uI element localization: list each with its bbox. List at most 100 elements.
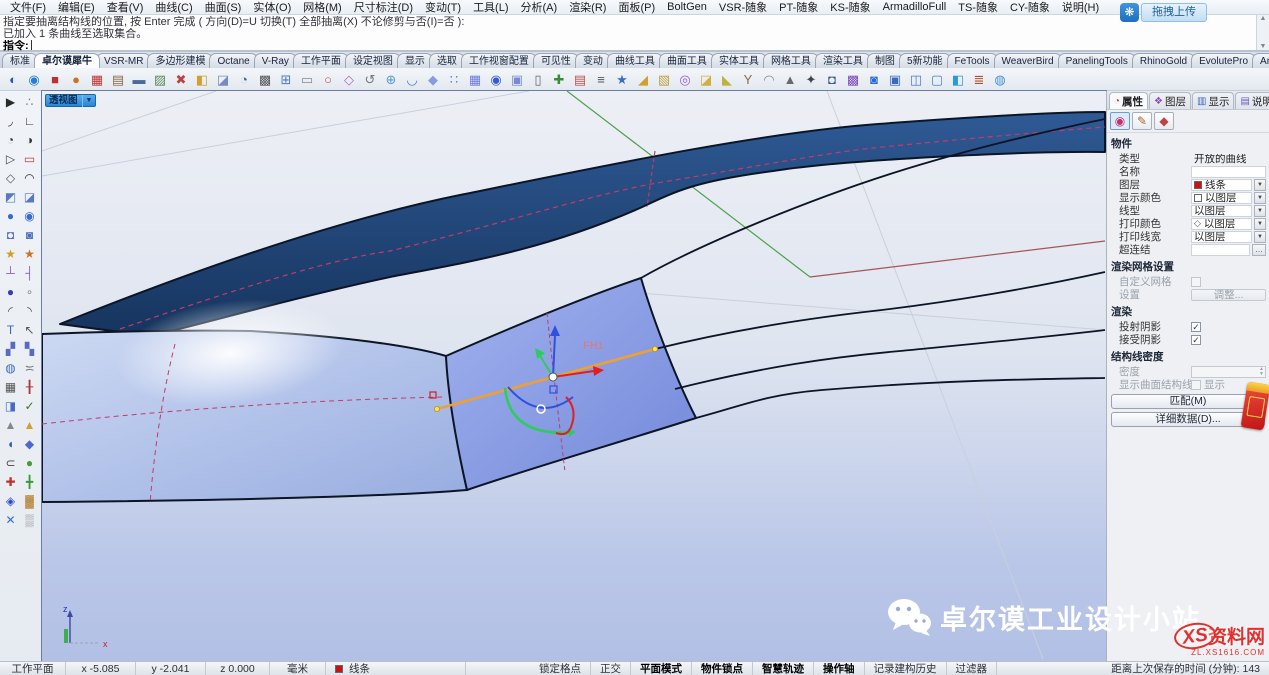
menu-item[interactable]: 曲线(C) bbox=[149, 0, 198, 15]
tool-icon[interactable]: ┤ bbox=[20, 264, 39, 283]
menu-item[interactable]: 网格(M) bbox=[297, 0, 348, 15]
texture-icon[interactable]: ◆ bbox=[1154, 112, 1174, 130]
toolbar-icon[interactable]: ◘ bbox=[822, 70, 842, 89]
tool-icon[interactable]: ╋ bbox=[20, 473, 39, 492]
tool-icon[interactable]: ◩ bbox=[1, 188, 20, 207]
upload-overlay[interactable]: ❋ 拖拽上传 bbox=[1120, 3, 1207, 22]
menu-item[interactable]: 说明(H) bbox=[1056, 0, 1105, 15]
toolbar-icon[interactable]: ◐ bbox=[3, 70, 23, 89]
object-properties-icon[interactable]: ◉ bbox=[1110, 112, 1130, 130]
toolbar-tab[interactable]: 卓尔谟犀牛 bbox=[34, 53, 100, 68]
tool-icon[interactable]: ▶ bbox=[1, 93, 20, 112]
toolbar-icon[interactable]: ▣ bbox=[507, 70, 527, 89]
layer-dropdown-button[interactable]: ▼ bbox=[1254, 179, 1266, 191]
tool-icon[interactable]: ◈ bbox=[1, 492, 20, 511]
toolbar-icon[interactable]: ✖ bbox=[171, 70, 191, 89]
tool-icon[interactable]: ◠ bbox=[20, 169, 39, 188]
adjust-mesh-button[interactable]: 调整... bbox=[1191, 289, 1266, 301]
display-color-combo[interactable]: 以图层 bbox=[1191, 192, 1252, 204]
upload-label[interactable]: 拖拽上传 bbox=[1141, 3, 1207, 22]
toolbar-icon[interactable]: ○ bbox=[318, 70, 338, 89]
toolbar-icon[interactable]: ≣ bbox=[969, 70, 989, 89]
show-isocurves-checkbox[interactable] bbox=[1191, 380, 1201, 390]
units-indicator[interactable]: 毫米 bbox=[270, 662, 326, 675]
current-layer-pane[interactable]: 线条 bbox=[326, 662, 466, 675]
toolbar-icon[interactable]: ▬ bbox=[129, 70, 149, 89]
tool-icon[interactable]: ● bbox=[1, 207, 20, 226]
print-width-dropdown-button[interactable]: ▼ bbox=[1254, 231, 1266, 243]
toolbar-icon[interactable]: ≡ bbox=[591, 70, 611, 89]
viewport-title-tab[interactable]: 透视图 ▼ bbox=[45, 94, 96, 107]
toolbar-icon[interactable]: ∷ bbox=[444, 70, 464, 89]
toolbar-icon[interactable]: ◧ bbox=[192, 70, 212, 89]
toolbar-icon[interactable]: ◪ bbox=[213, 70, 233, 89]
isocurve-endpoint[interactable] bbox=[434, 406, 439, 411]
toolbar-tab[interactable]: 选取 bbox=[429, 53, 465, 68]
receive-shadows-checkbox[interactable]: ✓ bbox=[1191, 335, 1201, 345]
toolbar-tab[interactable]: 曲面工具 bbox=[659, 53, 715, 68]
status-toggle[interactable]: 物件锁点 bbox=[692, 662, 753, 675]
tool-icon[interactable]: ◔ bbox=[1, 131, 20, 150]
toolbar-icon[interactable]: ★ bbox=[612, 70, 632, 89]
toolbar-icon[interactable]: ▦ bbox=[465, 70, 485, 89]
cast-shadows-checkbox[interactable]: ✓ bbox=[1191, 322, 1201, 332]
tool-icon[interactable]: ✚ bbox=[1, 473, 20, 492]
tool-icon[interactable]: ◝ bbox=[20, 302, 39, 321]
tool-icon[interactable]: ▷ bbox=[1, 150, 20, 169]
toolbar-icon[interactable]: ▩ bbox=[255, 70, 275, 89]
toolbar-icon[interactable]: ◉ bbox=[486, 70, 506, 89]
cplane-button[interactable]: 工作平面 bbox=[0, 662, 66, 675]
status-toggle[interactable]: 锁定格点 bbox=[530, 662, 591, 675]
viewport-canvas[interactable]: FH1 z x bbox=[42, 91, 1106, 661]
toolbar-icon[interactable]: ◡ bbox=[402, 70, 422, 89]
toolbar-icon[interactable]: ◠ bbox=[759, 70, 779, 89]
tool-icon[interactable]: ┴ bbox=[1, 264, 20, 283]
tool-icon[interactable]: ∟ bbox=[20, 112, 39, 131]
toolbar-tab[interactable]: 曲线工具 bbox=[607, 53, 663, 68]
toolbar-tab[interactable]: 制图 bbox=[867, 53, 903, 68]
tool-icon[interactable]: ◘ bbox=[1, 226, 20, 245]
toolbar-icon[interactable]: ▢ bbox=[927, 70, 947, 89]
menu-item[interactable]: 曲面(S) bbox=[199, 0, 248, 15]
gizmo-origin-handle[interactable] bbox=[549, 373, 557, 381]
tool-icon[interactable]: ● bbox=[20, 454, 39, 473]
toolbar-tab[interactable]: Arion bbox=[1252, 53, 1269, 68]
tool-icon[interactable]: ◉ bbox=[20, 207, 39, 226]
panel-tab[interactable]: ▤ 说明 bbox=[1235, 92, 1269, 109]
menu-item[interactable]: BoltGen bbox=[661, 1, 713, 13]
command-scrollbar[interactable]: ▲▼ bbox=[1256, 15, 1269, 50]
tool-icon[interactable]: ▲ bbox=[20, 416, 39, 435]
toolbar-icon[interactable]: ■ bbox=[45, 70, 65, 89]
tool-icon[interactable]: ◞ bbox=[1, 112, 20, 131]
toolbar-icon[interactable]: ▤ bbox=[108, 70, 128, 89]
tool-icon[interactable]: T bbox=[1, 321, 20, 340]
toolbar-icon[interactable]: ◧ bbox=[948, 70, 968, 89]
toolbar-tab[interactable]: 工作视窗配置 bbox=[461, 53, 537, 68]
hyperlink-browse-button[interactable]: … bbox=[1252, 244, 1266, 256]
tool-icon[interactable]: ▒ bbox=[20, 511, 39, 530]
hyperlink-input[interactable] bbox=[1191, 244, 1250, 256]
toolbar-tab[interactable]: 5新功能 bbox=[899, 53, 951, 68]
tool-icon[interactable]: ◨ bbox=[1, 397, 20, 416]
toolbar-tab[interactable]: 实体工具 bbox=[711, 53, 767, 68]
tool-icon[interactable]: ◙ bbox=[20, 226, 39, 245]
menu-item[interactable]: 尺寸标注(D) bbox=[348, 0, 419, 15]
tool-icon[interactable]: ★ bbox=[1, 245, 20, 264]
toolbar-icon[interactable]: ◍ bbox=[990, 70, 1010, 89]
menu-item[interactable]: PT-随象 bbox=[773, 0, 824, 15]
tool-icon[interactable]: ↖ bbox=[20, 321, 39, 340]
tool-icon[interactable]: ▦ bbox=[1, 378, 20, 397]
menu-item[interactable]: 渲染(R) bbox=[563, 0, 612, 15]
tool-icon[interactable]: ▲ bbox=[1, 416, 20, 435]
status-toggle[interactable]: 正交 bbox=[591, 662, 631, 675]
material-icon[interactable]: ✎ bbox=[1132, 112, 1152, 130]
tool-icon[interactable]: ∘ bbox=[20, 283, 39, 302]
toolbar-tab[interactable]: EvolutePro bbox=[1191, 53, 1256, 68]
linetype-combo[interactable]: 以图层 bbox=[1191, 205, 1252, 217]
match-button[interactable]: 匹配(M) bbox=[1111, 394, 1265, 409]
toolbar-tab[interactable]: Octane bbox=[209, 53, 257, 68]
toolbar-tab[interactable]: 变动 bbox=[575, 53, 611, 68]
tool-icon[interactable]: ◑ bbox=[20, 131, 39, 150]
panel-tab[interactable]: ▥ 显示 bbox=[1192, 92, 1234, 109]
menu-item[interactable]: 变动(T) bbox=[419, 0, 467, 15]
